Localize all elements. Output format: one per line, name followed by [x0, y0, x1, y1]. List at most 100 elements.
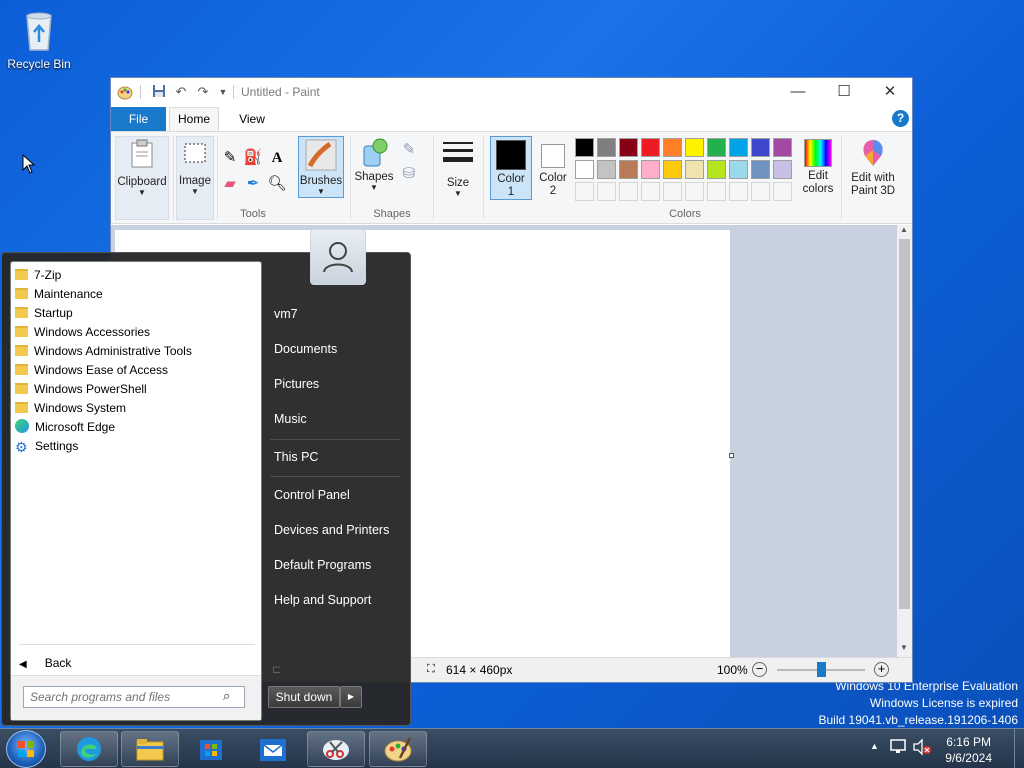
back-button[interactable]: ◀ Back	[19, 651, 255, 675]
shutdown-options-button[interactable]: ▶	[340, 686, 362, 708]
save-icon[interactable]	[151, 84, 167, 100]
avatar[interactable]	[310, 229, 366, 285]
palette-swatch[interactable]	[751, 160, 770, 179]
palette-swatch[interactable]	[641, 160, 660, 179]
maximize-button[interactable]: ☐	[821, 78, 867, 107]
eraser-icon[interactable]: ▰	[220, 174, 240, 194]
search-icon[interactable]: ⌕	[223, 688, 230, 704]
palette-custom-slot[interactable]	[641, 182, 660, 201]
shutdown-button[interactable]: Shut down	[268, 686, 340, 708]
program-item[interactable]: ⚙ Settings	[15, 437, 255, 456]
palette-swatch[interactable]	[773, 138, 792, 157]
palette-custom-slot[interactable]	[773, 182, 792, 201]
program-item[interactable]: Windows Administrative Tools	[15, 342, 255, 361]
help-icon[interactable]: ?	[892, 110, 909, 127]
program-item[interactable]: Startup	[15, 304, 255, 323]
zoom-slider[interactable]	[777, 662, 865, 677]
show-desktop-button[interactable]	[1014, 729, 1024, 768]
volume-muted-icon[interactable]	[912, 738, 932, 759]
fill-shape-icon[interactable]: ⛁	[399, 164, 419, 184]
palette-swatch[interactable]	[597, 138, 616, 157]
network-icon[interactable]	[889, 738, 907, 759]
redo-icon[interactable]: ↷	[195, 84, 211, 100]
palette-custom-slot[interactable]	[685, 182, 704, 201]
zoom-out-button[interactable]: −	[752, 662, 767, 677]
brushes-button[interactable]: Brushes ▼	[298, 136, 344, 198]
minimize-button[interactable]: —	[775, 78, 821, 107]
palette-swatch[interactable]	[575, 160, 594, 179]
edit-with-paint3d-button[interactable]: Edit with Paint 3D	[845, 136, 901, 200]
undo-icon[interactable]: ↶	[173, 84, 189, 100]
palette-swatch[interactable]	[707, 160, 726, 179]
start-button[interactable]	[6, 730, 46, 768]
canvas-resize-handle[interactable]	[729, 453, 734, 458]
taskbar-store[interactable]	[182, 731, 240, 767]
size-button[interactable]: Size ▼	[437, 138, 479, 200]
palette-custom-slot[interactable]	[597, 182, 616, 201]
program-item[interactable]: 7-Zip	[15, 266, 255, 285]
palette-swatch[interactable]	[685, 160, 704, 179]
help-support-link[interactable]: Help and Support	[274, 593, 371, 607]
tab-file[interactable]: File	[111, 107, 166, 131]
recycle-bin-shortcut[interactable]: Recycle Bin	[6, 8, 72, 71]
tab-home[interactable]: Home	[169, 107, 219, 131]
program-item[interactable]: Microsoft Edge	[15, 418, 255, 437]
paint-app-icon[interactable]	[117, 84, 133, 100]
close-button[interactable]: ✕	[867, 78, 913, 107]
palette-swatch[interactable]	[729, 138, 748, 157]
taskbar-edge[interactable]	[60, 731, 118, 767]
palette-custom-slot[interactable]	[751, 182, 770, 201]
show-hidden-icons-button[interactable]: ▲	[870, 741, 879, 751]
scroll-thumb[interactable]	[899, 239, 910, 609]
taskbar-mail[interactable]	[244, 731, 302, 767]
program-item[interactable]: Windows System	[15, 399, 255, 418]
documents-link[interactable]: Documents	[274, 342, 337, 356]
zoom-slider-thumb[interactable]	[817, 662, 826, 677]
shapes-button[interactable]: Shapes ▼	[354, 136, 394, 200]
palette-swatch[interactable]	[729, 160, 748, 179]
palette-custom-slot[interactable]	[663, 182, 682, 201]
palette-swatch[interactable]	[663, 138, 682, 157]
tab-view[interactable]: View	[227, 107, 277, 131]
text-icon[interactable]: A	[267, 148, 287, 168]
default-programs-link[interactable]: Default Programs	[274, 558, 371, 572]
outline-icon[interactable]: ✎	[399, 140, 419, 160]
program-item[interactable]: Windows Ease of Access	[15, 361, 255, 380]
palette-swatch[interactable]	[685, 138, 704, 157]
vertical-scrollbar[interactable]: ▲ ▼	[897, 225, 912, 657]
magnifier-icon[interactable]: 🔍︎	[267, 174, 287, 194]
color2-button[interactable]: Color 2	[534, 136, 572, 200]
control-panel-link[interactable]: Control Panel	[274, 488, 350, 502]
zoom-in-button[interactable]: +	[874, 662, 889, 677]
palette-custom-slot[interactable]	[707, 182, 726, 201]
palette-custom-slot[interactable]	[729, 182, 748, 201]
music-link[interactable]: Music	[274, 412, 307, 426]
this-pc-link[interactable]: This PC	[274, 450, 318, 464]
fill-icon[interactable]: ⛽	[243, 148, 263, 168]
color1-button[interactable]: Color 1	[490, 136, 532, 200]
pencil-icon[interactable]: ✎	[220, 148, 240, 168]
search-input[interactable]	[23, 686, 245, 708]
customize-qat-icon[interactable]: ▼	[215, 84, 231, 100]
palette-swatch[interactable]	[773, 160, 792, 179]
devices-printers-link[interactable]: Devices and Printers	[274, 523, 389, 537]
scroll-down-icon[interactable]: ▼	[900, 643, 908, 652]
program-item[interactable]: Windows Accessories	[15, 323, 255, 342]
taskbar-file-explorer[interactable]	[121, 731, 179, 767]
color-picker-icon[interactable]: ✒	[243, 174, 263, 194]
palette-swatch[interactable]	[575, 138, 594, 157]
program-item[interactable]: Windows PowerShell	[15, 380, 255, 399]
palette-swatch[interactable]	[663, 160, 682, 179]
scroll-up-icon[interactable]: ▲	[900, 225, 908, 234]
palette-custom-slot[interactable]	[575, 182, 594, 201]
title-bar[interactable]: ↶ ↷ ▼ Untitled - Paint — ☐ ✕	[111, 78, 912, 107]
taskbar-snipping-tool[interactable]	[307, 731, 365, 767]
user-folder-link[interactable]: vm7	[274, 307, 298, 321]
image-button[interactable]: Image ▼	[176, 136, 214, 220]
palette-swatch[interactable]	[619, 160, 638, 179]
palette-swatch[interactable]	[619, 138, 638, 157]
palette-swatch[interactable]	[707, 138, 726, 157]
palette-custom-slot[interactable]	[619, 182, 638, 201]
clipboard-button[interactable]: Clipboard ▼	[115, 136, 169, 220]
edit-colors-button[interactable]: Edit colors	[797, 136, 839, 200]
